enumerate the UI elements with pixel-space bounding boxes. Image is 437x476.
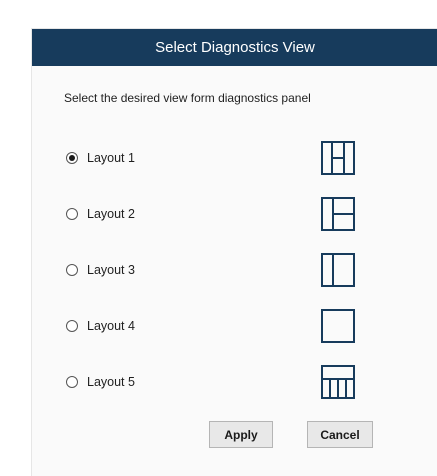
layout-3-option[interactable]: Layout 3	[66, 260, 135, 280]
layout-2-icon[interactable]	[321, 197, 355, 231]
radio-selected-dot	[69, 155, 75, 161]
layout-4-option[interactable]: Layout 4	[66, 316, 135, 336]
instruction-text: Select the desired view form diagnostics…	[64, 91, 311, 105]
dialog-title-bar: Select Diagnostics View	[32, 29, 437, 66]
layout-4-icon[interactable]	[321, 309, 355, 343]
layout-5-label: Layout 5	[87, 375, 135, 389]
layout-4-label: Layout 4	[87, 319, 135, 333]
dialog-title: Select Diagnostics View	[155, 39, 315, 56]
layout-2-option[interactable]: Layout 2	[66, 204, 135, 224]
layout-3-radio[interactable]	[66, 264, 78, 276]
layout-1-icon[interactable]	[321, 141, 355, 175]
layout-1-option[interactable]: Layout 1	[66, 148, 135, 168]
cancel-button[interactable]: Cancel	[307, 421, 373, 448]
layout-1-label: Layout 1	[87, 151, 135, 165]
layout-5-radio[interactable]	[66, 376, 78, 388]
layout-1-radio[interactable]	[66, 152, 78, 164]
layout-5-icon[interactable]	[321, 365, 355, 399]
layout-2-label: Layout 2	[87, 207, 135, 221]
layout-3-icon[interactable]	[321, 253, 355, 287]
layout-2-radio[interactable]	[66, 208, 78, 220]
layout-4-radio[interactable]	[66, 320, 78, 332]
layout-5-option[interactable]: Layout 5	[66, 372, 135, 392]
layout-3-label: Layout 3	[87, 263, 135, 277]
apply-button[interactable]: Apply	[209, 421, 273, 448]
select-diagnostics-view-dialog: Select Diagnostics View Select the desir…	[31, 28, 437, 476]
